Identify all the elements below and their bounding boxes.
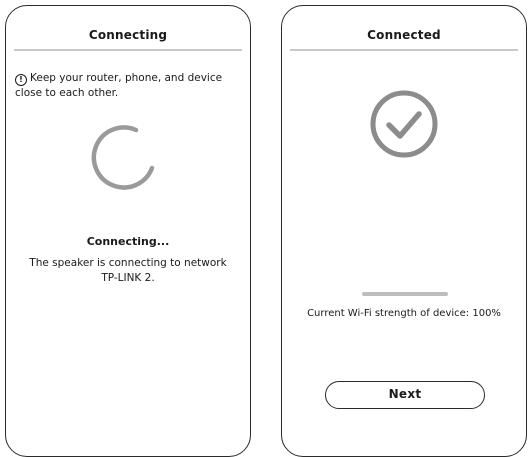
- notice-text: Keep your router, phone, and device clos…: [15, 72, 223, 99]
- status-text: The speaker is connecting to network TP-…: [29, 257, 227, 284]
- next-button[interactable]: Next: [325, 381, 485, 409]
- info-icon: !: [15, 74, 27, 86]
- wifi-strength-bar: [362, 292, 448, 296]
- page-title: Connected: [367, 28, 441, 42]
- connecting-screen: Connecting ! Keep your router, phone, and…: [5, 5, 251, 457]
- status-heading: Connecting...: [86, 235, 170, 248]
- proximity-notice: ! Keep your router, phone, and device clo…: [15, 71, 242, 101]
- wifi-strength-fill: [362, 292, 448, 296]
- connected-screen: Connected Current Wi-Fi strength of devi…: [281, 5, 527, 457]
- title-divider: [290, 49, 518, 51]
- check-circle-icon: [370, 90, 438, 158]
- loading-spinner-icon: [91, 125, 155, 190]
- wifi-strength-text: Current Wi-Fi strength of device: 100%: [307, 308, 501, 319]
- page-title: Connecting: [88, 28, 168, 42]
- title-divider: [14, 49, 242, 51]
